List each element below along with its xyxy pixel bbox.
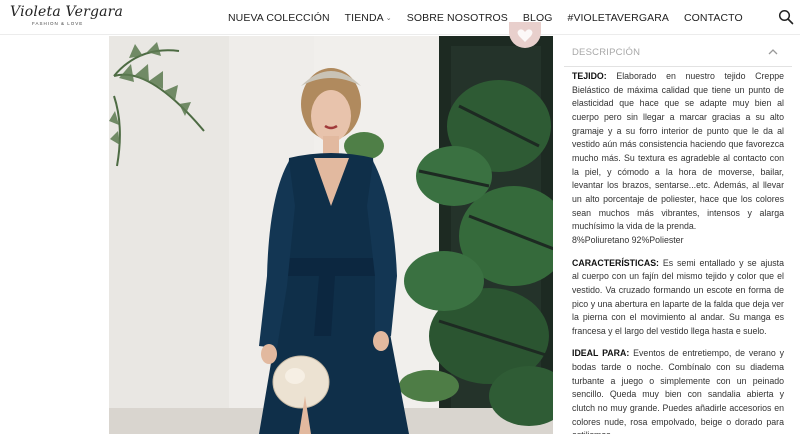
product-description-panel: DESCRIPCIÓN TEJIDO: Elaborado en nuestro… xyxy=(564,36,792,434)
fabric-paragraph: TEJIDO: Elaborado en nuestro tejido Crep… xyxy=(572,67,784,234)
favorite-button[interactable] xyxy=(509,22,541,48)
product-photo[interactable] xyxy=(109,36,553,434)
logo-text: Violeta Vergara xyxy=(10,4,124,20)
site-header: Violeta Vergara FASHION & LOVE NUEVA COL… xyxy=(0,0,800,35)
fabric-text: Elaborado en nuestro tejido Creppe Bielá… xyxy=(572,71,784,232)
nav-item-nueva-coleccion[interactable]: NUEVA COLECCIÓN xyxy=(228,12,330,24)
heart-icon xyxy=(517,29,533,42)
description-body: TEJIDO: Elaborado en nuestro tejido Crep… xyxy=(564,67,792,434)
features-paragraph: CARACTERÍSTICAS: Es semi entallado y se … xyxy=(572,257,784,339)
nav-item-tienda[interactable]: TIENDA ⌄ xyxy=(345,12,392,24)
product-image xyxy=(109,36,553,434)
nav-item-sobre-nosotros[interactable]: SOBRE NOSOTROS xyxy=(407,12,508,24)
nav-item-contacto[interactable]: CONTACTO xyxy=(684,12,743,24)
description-title: DESCRIPCIÓN xyxy=(572,47,641,58)
fabric-composition: 8%Poliuretano 92%Poliester xyxy=(572,234,684,245)
features-label: CARACTERÍSTICAS: xyxy=(572,257,659,268)
brand-logo[interactable]: Violeta Vergara FASHION & LOVE xyxy=(10,4,124,32)
main-nav: NUEVA COLECCIÓN TIENDA ⌄ SOBRE NOSOTROS B… xyxy=(228,0,758,35)
chevron-down-icon: ⌄ xyxy=(385,14,392,22)
search-icon xyxy=(778,9,794,25)
ideal-for-text: Eventos de entretiempo, de verano y boda… xyxy=(572,348,784,434)
chevron-up-icon xyxy=(768,49,778,55)
ideal-for-label: IDEAL PARA: xyxy=(572,348,630,359)
fabric-label: TEJIDO: xyxy=(572,71,607,81)
search-button[interactable] xyxy=(778,9,794,25)
nav-item-tienda-label: TIENDA xyxy=(344,11,384,24)
description-accordion-header[interactable]: DESCRIPCIÓN xyxy=(564,36,792,67)
logo-tagline: FASHION & LOVE xyxy=(32,21,84,26)
nav-item-violetavergara[interactable]: #VIOLETAVERGARA xyxy=(568,12,669,24)
ideal-for-paragraph: IDEAL PARA: Eventos de entretiempo, de v… xyxy=(572,347,784,434)
features-text: Es semi entallado y se ajusta al cuerpo … xyxy=(572,257,784,336)
